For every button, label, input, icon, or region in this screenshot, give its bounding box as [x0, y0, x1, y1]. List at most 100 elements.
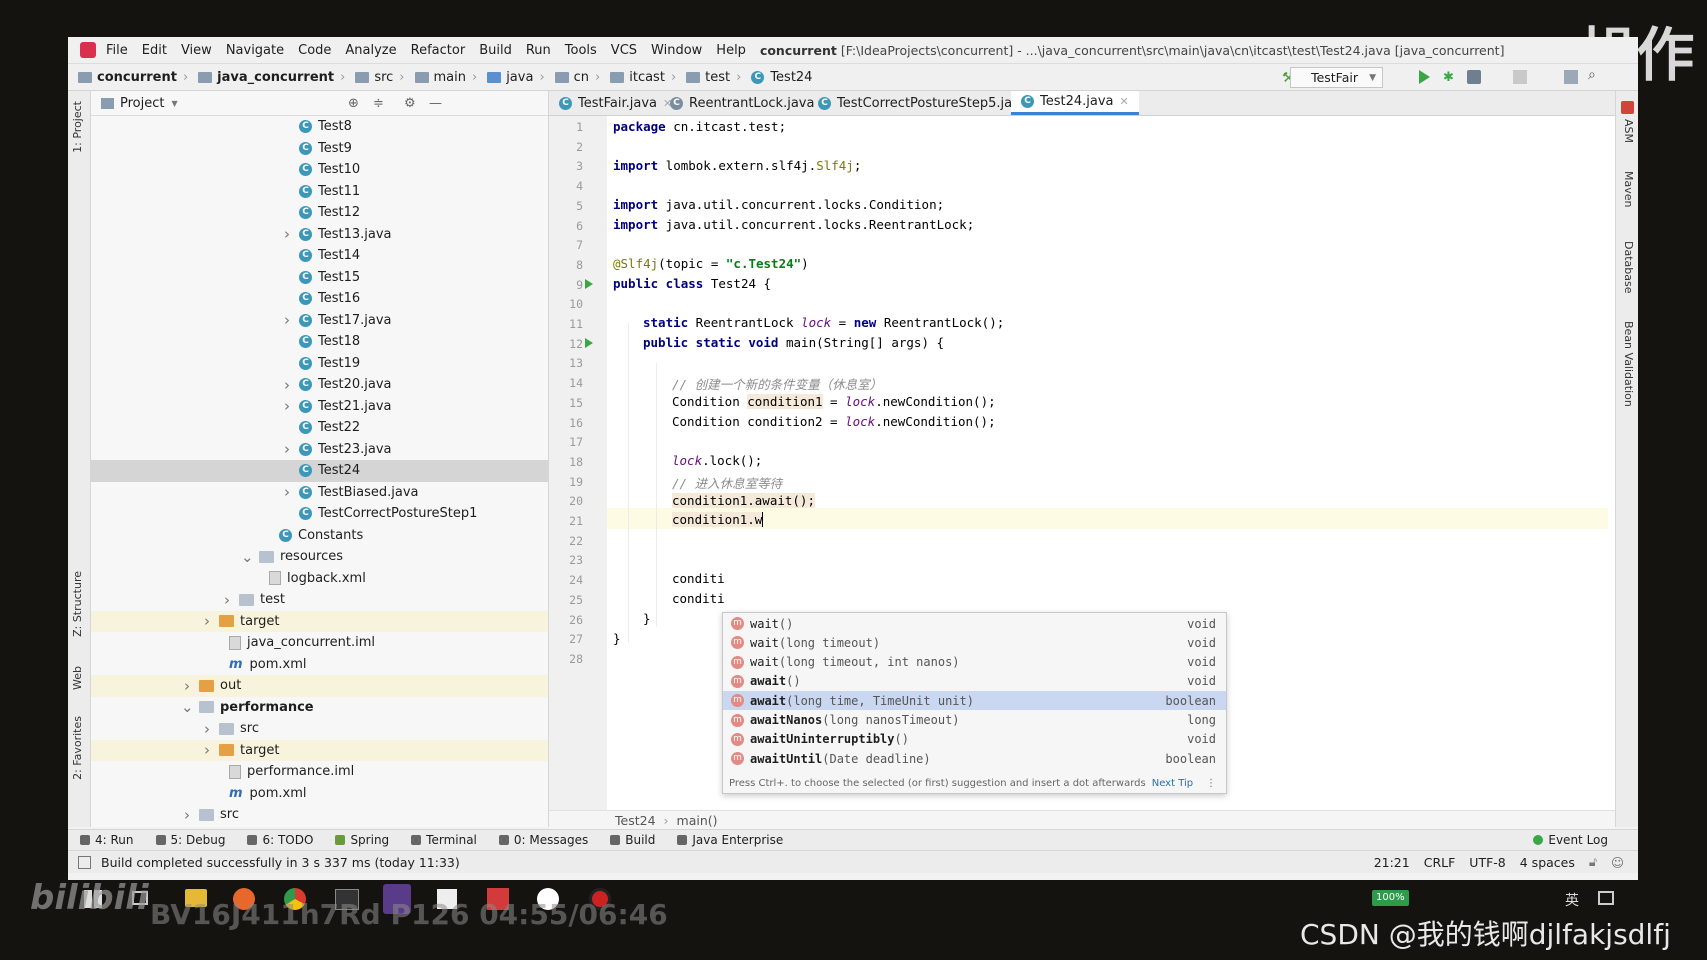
collapse-all-icon[interactable]: ≑: [373, 96, 384, 111]
crumb-test[interactable]: test ›: [686, 70, 741, 85]
tool-run[interactable]: 4: Run: [80, 833, 134, 847]
tree-item[interactable]: › C Test13.java: [91, 224, 548, 246]
tree-item[interactable]: › C Test21.java: [91, 396, 548, 418]
tree-item[interactable]: › C Test17.java: [91, 310, 548, 332]
tree-item[interactable]: C Test16: [91, 288, 548, 310]
tree-item[interactable]: › src: [91, 804, 548, 826]
tree-item[interactable]: C Test18: [91, 331, 548, 353]
lock-icon[interactable]: 🔓︎: [1589, 854, 1597, 870]
locate-icon[interactable]: ⊕: [348, 96, 359, 111]
menu-code[interactable]: Code: [298, 43, 331, 58]
tool-spring[interactable]: Spring: [335, 833, 389, 847]
menu-run[interactable]: Run: [526, 43, 551, 58]
crumb-main[interactable]: main ›: [414, 70, 477, 85]
tool-favorites[interactable]: 2: Favorites: [71, 716, 84, 780]
tree-item[interactable]: C Test24: [91, 460, 548, 482]
tree-item[interactable]: C Test19: [91, 353, 548, 375]
status-message[interactable]: Build completed successfully in 3 s 337 …: [101, 855, 460, 870]
project-structure-icon[interactable]: [1564, 70, 1578, 84]
more-options-icon[interactable]: ⋮: [1206, 778, 1216, 789]
chevron-right-icon[interactable]: ›: [281, 440, 293, 458]
crumb-java[interactable]: java ›: [487, 70, 545, 85]
indent-setting[interactable]: 4 spaces: [1520, 855, 1575, 870]
chevron-right-icon[interactable]: ›: [201, 612, 213, 630]
chevron-right-icon[interactable]: ›: [181, 806, 193, 824]
search-icon[interactable]: ⌕: [1588, 67, 1602, 83]
stop-icon[interactable]: [1513, 70, 1527, 84]
tool-debug[interactable]: 5: Debug: [155, 833, 225, 847]
tree-item[interactable]: logback.xml: [91, 568, 548, 590]
crumb-test24[interactable]: C Test24: [751, 70, 812, 85]
chevron-down-icon[interactable]: ⌄: [241, 548, 254, 566]
debug-icon[interactable]: ✱: [1443, 70, 1457, 85]
tool-web[interactable]: Web: [71, 666, 84, 690]
tree-item[interactable]: ⌄ performance: [91, 697, 548, 719]
tool-bean-validation[interactable]: Bean Validation: [1622, 321, 1635, 407]
crumb-src[interactable]: src ›: [355, 70, 405, 85]
run-config-select[interactable]: TestFair ▼: [1290, 67, 1383, 88]
chevron-down-icon[interactable]: ▼: [171, 99, 177, 108]
tree-item[interactable]: m pom.xml: [91, 654, 548, 676]
tree-item[interactable]: C Test10: [91, 159, 548, 181]
chevron-right-icon[interactable]: ›: [181, 677, 193, 695]
tree-item[interactable]: › C TestBiased.java: [91, 482, 548, 504]
menu-tools[interactable]: Tools: [565, 43, 597, 58]
tree-item[interactable]: › C Test23.java: [91, 439, 548, 461]
ime-indicator[interactable]: 英: [1565, 890, 1579, 910]
tree-item[interactable]: › out: [91, 675, 548, 697]
completion-item[interactable]: m wait (long timeout, int nanos) void: [723, 653, 1226, 672]
tab-test24[interactable]: C Test24.java ✕: [1011, 91, 1139, 115]
completion-item[interactable]: m wait() void: [723, 614, 1226, 633]
menu-analyze[interactable]: Analyze: [345, 43, 396, 58]
menu-view[interactable]: View: [181, 43, 212, 58]
tree-item[interactable]: C Test8: [91, 116, 548, 138]
close-icon[interactable]: ✕: [1120, 95, 1129, 108]
tree-item[interactable]: C Test14: [91, 245, 548, 267]
menu-file[interactable]: File: [106, 43, 128, 58]
menu-build[interactable]: Build: [479, 43, 512, 58]
chevron-right-icon[interactable]: ›: [281, 225, 293, 243]
tool-messages[interactable]: 0: Messages: [498, 833, 588, 847]
gear-icon[interactable]: ⚙: [404, 96, 416, 111]
tool-java-enterprise[interactable]: Java Enterprise: [677, 833, 783, 847]
tool-event-log[interactable]: Event Log: [1533, 833, 1608, 847]
completion-item[interactable]: m wait (long timeout) void: [723, 633, 1226, 652]
tree-item[interactable]: › C Test20.java: [91, 374, 548, 396]
tree-item[interactable]: C Test9: [91, 138, 548, 160]
tool-build[interactable]: Build: [610, 833, 655, 847]
notification-icon[interactable]: [1598, 891, 1614, 905]
run-gutter-icon[interactable]: [585, 337, 593, 348]
tree-item[interactable]: performance.iml: [91, 761, 548, 783]
chevron-right-icon[interactable]: ›: [221, 591, 233, 609]
tool-maven[interactable]: Maven: [1622, 171, 1635, 207]
tree-item[interactable]: › test: [91, 589, 548, 611]
tree-item[interactable]: C Test12: [91, 202, 548, 224]
line-separator[interactable]: CRLF: [1424, 855, 1456, 870]
breadcrumb-method[interactable]: main(): [677, 813, 718, 828]
next-tip-link[interactable]: Next Tip: [1152, 778, 1193, 789]
menu-vcs[interactable]: VCS: [611, 43, 637, 58]
tree-item[interactable]: java_concurrent.iml: [91, 632, 548, 654]
completion-item[interactable]: m await (long time, TimeUnit unit) boolean: [723, 691, 1226, 711]
coverage-icon[interactable]: [1467, 70, 1481, 84]
crumb-itcast[interactable]: itcast ›: [610, 70, 676, 85]
tool-terminal[interactable]: Terminal: [411, 833, 477, 847]
tree-item[interactable]: › src: [91, 718, 548, 740]
chevron-right-icon[interactable]: ›: [201, 720, 213, 738]
crumb-cn[interactable]: cn ›: [554, 70, 600, 85]
hide-panel-icon[interactable]: —: [429, 96, 442, 111]
crumb-concurrent[interactable]: concurrent ›: [78, 70, 188, 85]
tree-item[interactable]: C Test15: [91, 267, 548, 289]
menu-navigate[interactable]: Navigate: [226, 43, 284, 58]
tool-structure[interactable]: Z: Structure: [71, 571, 84, 637]
tool-todo[interactable]: 6: TODO: [247, 833, 313, 847]
status-toggle-icon[interactable]: [78, 855, 91, 869]
chevron-right-icon[interactable]: ›: [281, 311, 293, 329]
chevron-down-icon[interactable]: ⌄: [181, 698, 194, 716]
run-icon[interactable]: [1419, 70, 1430, 84]
chevron-right-icon[interactable]: ›: [281, 483, 293, 501]
tree-item[interactable]: C TestCorrectPostureStep1: [91, 503, 548, 525]
menu-help[interactable]: Help: [716, 43, 746, 58]
menu-edit[interactable]: Edit: [142, 43, 167, 58]
tree-item[interactable]: ⌄ resources: [91, 546, 548, 568]
